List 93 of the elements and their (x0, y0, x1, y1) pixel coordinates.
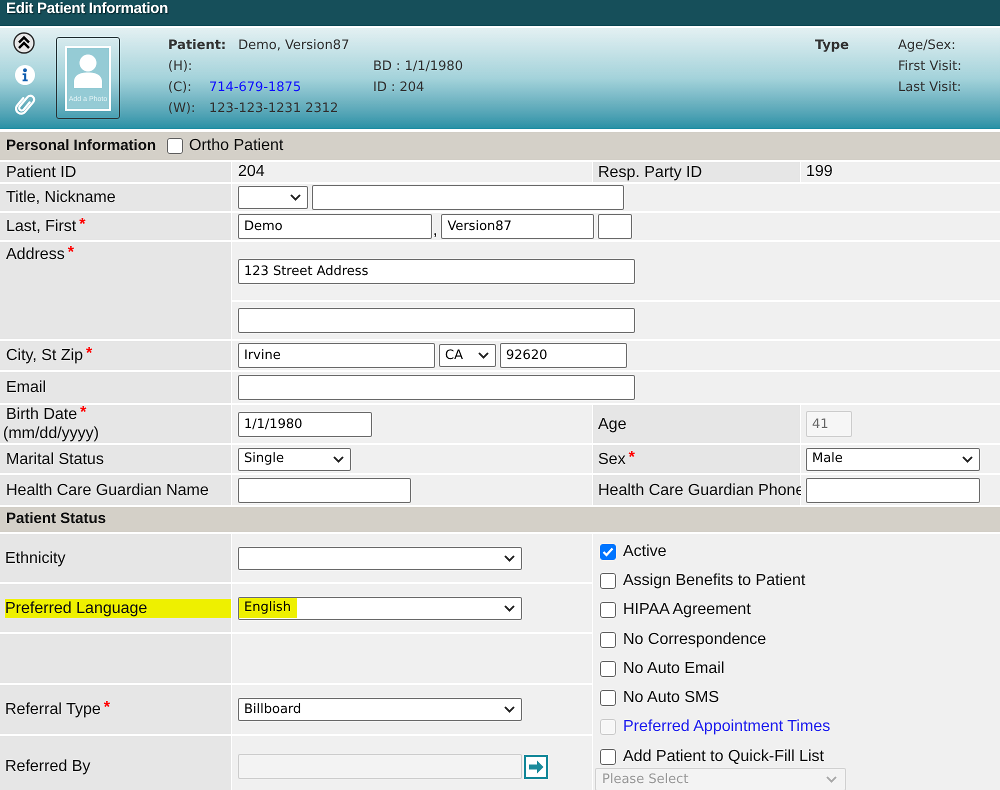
text-field[interactable]: Version87 (441, 214, 594, 239)
field-label: Health Care Guardian Name (6, 480, 209, 500)
text-field[interactable] (238, 375, 635, 400)
field-label: Referred By (5, 756, 90, 776)
chevron-down-icon (333, 456, 344, 462)
field-label: Address (6, 245, 65, 264)
text-field[interactable] (598, 214, 632, 239)
checkbox[interactable] (600, 544, 616, 560)
field-value: 199 (806, 162, 833, 182)
patient-detail: BD : 1/1/1980 (373, 59, 463, 74)
field-label: Marital Status (6, 450, 104, 468)
person-silhouette-icon (73, 54, 103, 88)
visit-label: First Visit: (898, 58, 962, 76)
required-mark: * (80, 405, 86, 421)
checkbox[interactable] (600, 690, 616, 706)
visit-label: Age/Sex: (898, 37, 956, 55)
dropdown[interactable]: Billboard (238, 698, 522, 721)
text-field[interactable]: Demo (238, 214, 432, 239)
dropdown[interactable]: CA (439, 344, 496, 367)
field-hint: (mm/dd/yyyy) (3, 424, 99, 443)
chevron-down-icon (290, 194, 301, 201)
phone-number: 123-123-1231 2312 (209, 100, 338, 118)
required-mark: * (86, 346, 92, 362)
chevron-down-icon (478, 352, 489, 359)
checkbox[interactable] (600, 748, 616, 765)
dropdown: Please Select (595, 768, 846, 790)
checkbox[interactable] (600, 602, 616, 618)
dropdown[interactable] (238, 186, 308, 209)
checkmark-icon (602, 546, 614, 557)
required-mark: * (79, 217, 86, 233)
checkbox[interactable] (167, 138, 184, 154)
checkbox-label: Ortho Patient (189, 136, 284, 156)
phone-label: (W): (168, 100, 196, 118)
field-label: Ethnicity (5, 548, 66, 568)
chevron-down-icon (504, 604, 515, 612)
field-label: Age (598, 414, 626, 434)
checkbox-label: Add Patient to Quick-Fill List (623, 746, 824, 767)
field-label: Last, First (6, 217, 76, 236)
phone-label: (H): (168, 58, 192, 76)
section-title: Patient Status (6, 509, 106, 530)
chevron-down-icon (504, 706, 515, 713)
text-field[interactable] (806, 478, 980, 502)
text-field[interactable] (312, 185, 624, 210)
checkbox-label: No Auto SMS (623, 688, 720, 708)
field-label: Patient ID (6, 162, 76, 182)
required-mark: * (68, 245, 74, 261)
required-mark: * (104, 700, 110, 716)
text-field[interactable] (238, 478, 411, 502)
field-label: City, St Zip (6, 346, 84, 365)
text-field[interactable]: Irvine (238, 343, 435, 368)
chevron-down-icon (962, 456, 973, 462)
field-label: Title, Nickname (6, 188, 116, 207)
chevron-down-icon (504, 554, 515, 562)
field-label: Referral Type (5, 700, 101, 719)
patient-name: Demo, Version87 (238, 37, 350, 55)
text-field[interactable]: 92620 (500, 343, 627, 368)
section-title: Personal Information (6, 136, 156, 156)
checkbox-label: Assign Benefits to Patient (623, 570, 806, 591)
checkbox-label: Active (623, 542, 667, 562)
type-label: Type (815, 38, 849, 53)
field-label: Preferred Language (5, 598, 232, 618)
separator-text: , (433, 220, 438, 240)
phone-link[interactable]: 714-679-1875 (209, 77, 302, 98)
checkbox[interactable] (600, 572, 616, 589)
window-title: Edit Patient Information (6, 0, 168, 17)
phone-label: (C): (168, 79, 192, 97)
go-button[interactable] (524, 755, 548, 779)
field-value: 204 (238, 162, 265, 182)
field-label: Birth Date (6, 405, 78, 424)
text-field[interactable] (238, 308, 635, 333)
text-field[interactable]: 1/1/1980 (238, 412, 372, 436)
field-label: Sex (598, 450, 626, 468)
checkbox-label: HIPAA Agreement (623, 600, 751, 620)
collapse-icon[interactable] (13, 32, 35, 54)
info-icon[interactable] (15, 65, 35, 85)
text-field[interactable]: 123 Street Address (238, 258, 635, 284)
dropdown[interactable]: Male (806, 448, 980, 470)
field-label: Email (6, 378, 46, 397)
patient-detail: ID : 204 (373, 80, 424, 95)
checkbox-label: No Auto Email (623, 658, 724, 679)
dropdown[interactable]: English (238, 596, 522, 620)
required-mark: * (628, 450, 635, 466)
checkbox-label: No Correspondence (623, 630, 766, 650)
dropdown[interactable]: Single (238, 448, 351, 470)
visit-label: Last Visit: (898, 79, 962, 97)
checkbox[interactable] (600, 632, 616, 648)
field-label: Resp. Party ID (598, 162, 702, 182)
patient-label: Patient: (168, 37, 226, 55)
arrow-right-icon (528, 760, 544, 774)
chevron-down-icon (826, 776, 837, 784)
dropdown[interactable] (238, 546, 522, 570)
readonly-field[interactable]: 41 (806, 411, 852, 437)
checkbox[interactable] (600, 660, 616, 677)
